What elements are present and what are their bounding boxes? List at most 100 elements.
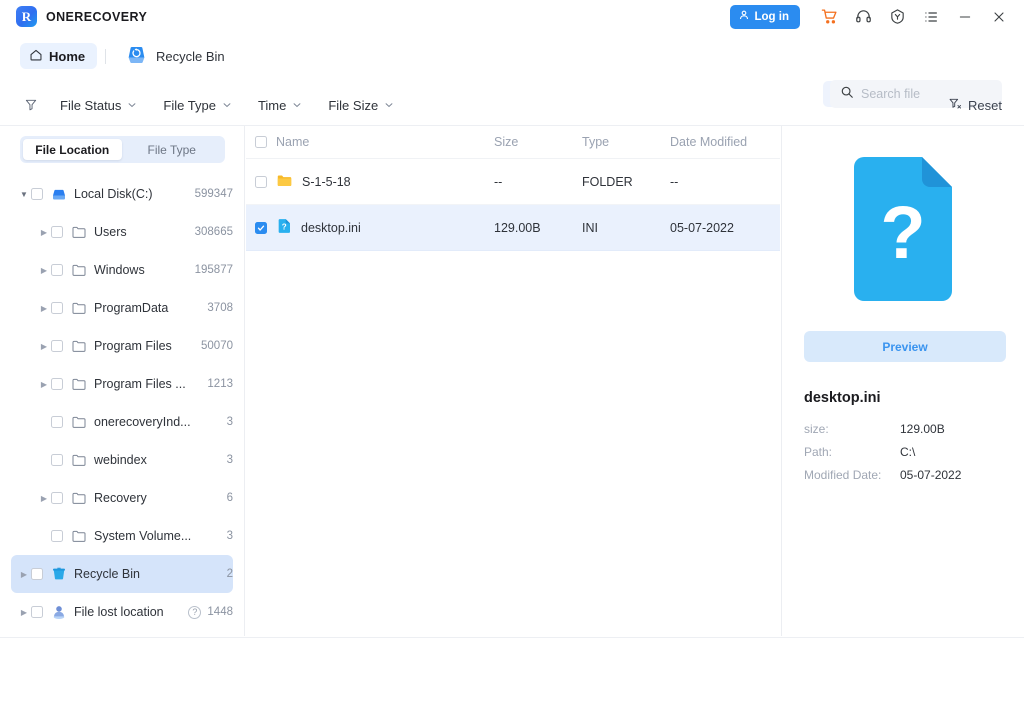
nav-divider: [105, 49, 106, 64]
folder-icon: [71, 528, 87, 544]
home-button[interactable]: Home: [20, 43, 97, 69]
tree-item-recovery[interactable]: ▶Recovery6: [11, 479, 233, 517]
sidebar-tab-file-type[interactable]: File Type: [122, 139, 222, 160]
tree-item-recycle-bin[interactable]: ▶Recycle Bin2: [11, 555, 233, 593]
file-list-body: S-1-5-18--FOLDER--?desktop.ini129.00BINI…: [246, 159, 780, 251]
row-checkbox[interactable]: [246, 176, 276, 188]
tree-item-label: Recovery: [94, 491, 221, 505]
caret-right-icon[interactable]: ▶: [37, 266, 51, 275]
user-icon: [738, 9, 750, 24]
folder-icon: [276, 172, 293, 192]
folder-icon: [71, 376, 87, 392]
tree-item-checkbox[interactable]: [51, 454, 63, 466]
caret-right-icon[interactable]: ▶: [37, 494, 51, 503]
footer-bar: 43% Quick Scanning,Files Found: 601225 (…: [0, 637, 1024, 711]
tree-item-checkbox[interactable]: [51, 416, 63, 428]
caret-right-icon[interactable]: ▶: [37, 342, 51, 351]
login-label: Log in: [755, 11, 790, 23]
chevron-down-icon: [292, 98, 302, 113]
reset-button[interactable]: Reset: [948, 97, 1002, 114]
nav-bar: Home Recycle Bin: [0, 33, 1024, 85]
tree-item-system-volume[interactable]: System Volume...3: [11, 517, 233, 555]
tree-item-label: Program Files: [94, 339, 195, 353]
tree-item-checkbox[interactable]: [31, 606, 43, 618]
tree-item-windows[interactable]: ▶Windows195877: [11, 251, 233, 289]
tree-item-count: 2: [227, 568, 233, 580]
table-row[interactable]: ?desktop.ini129.00BINI05-07-2022: [246, 205, 780, 251]
column-size[interactable]: Size: [494, 135, 582, 149]
clear-filter-icon: [948, 97, 962, 114]
tree-item-checkbox[interactable]: [51, 492, 63, 504]
tree-item-checkbox[interactable]: [51, 340, 63, 352]
tree-item-label: ProgramData: [94, 301, 201, 315]
tree-item-program-files[interactable]: ▶Program Files50070: [11, 327, 233, 365]
shield-icon[interactable]: [882, 0, 912, 33]
column-date-modified[interactable]: Date Modified: [670, 135, 780, 149]
row-checkbox[interactable]: [246, 222, 276, 234]
tree-item-checkbox[interactable]: [51, 226, 63, 238]
disk-icon: [51, 186, 67, 202]
tree-item-count: 3: [227, 416, 233, 428]
minimize-icon[interactable]: [950, 0, 980, 33]
caret-right-icon[interactable]: ▶: [37, 380, 51, 389]
folder-icon: [71, 490, 87, 506]
help-icon[interactable]: ?: [188, 606, 201, 619]
tree-item-count: 195877: [195, 264, 233, 276]
tree-item-checkbox[interactable]: [51, 378, 63, 390]
tree-item-webindex[interactable]: webindex3: [11, 441, 233, 479]
column-name[interactable]: Name: [276, 135, 494, 149]
tree-item-checkbox[interactable]: [31, 568, 43, 580]
row-name: S-1-5-18: [302, 175, 351, 189]
cart-icon[interactable]: [814, 0, 844, 33]
onerecovery-window: R ONERECOVERY Log in: [0, 0, 1024, 711]
login-button[interactable]: Log in: [730, 5, 801, 29]
meta-key: Modified Date:: [804, 468, 900, 482]
row-date: --: [670, 175, 780, 189]
preview-button[interactable]: Preview: [804, 331, 1006, 362]
tree-item-checkbox[interactable]: [31, 188, 43, 200]
filter-file-status-label: File Status: [60, 98, 121, 113]
folder-icon: [71, 338, 87, 354]
bin-icon: [51, 566, 67, 582]
select-all-checkbox[interactable]: [246, 136, 276, 148]
meta-value: C:\: [900, 445, 915, 459]
tree-item-count: 3: [227, 454, 233, 466]
tree-item-label: Program Files ...: [94, 377, 201, 391]
row-name-cell: S-1-5-18: [276, 172, 494, 192]
preview-thumbnail: ?: [804, 126, 1002, 331]
sidebar-tab-file-location[interactable]: File Location: [23, 139, 123, 160]
menu-list-icon[interactable]: [916, 0, 946, 33]
table-row[interactable]: S-1-5-18--FOLDER--: [246, 159, 780, 205]
svg-text:?: ?: [282, 222, 287, 231]
tree-item-users[interactable]: ▶Users308665: [11, 213, 233, 251]
filter-file-size[interactable]: File Size: [328, 98, 394, 113]
caret-down-icon[interactable]: ▼: [17, 190, 31, 199]
meta-key: Path:: [804, 445, 900, 459]
column-type[interactable]: Type: [582, 135, 670, 149]
preview-panel: ? Preview desktop.ini size:129.00BPath:C…: [781, 126, 1024, 636]
user-icon: [51, 604, 67, 620]
caret-right-icon[interactable]: ▶: [17, 570, 31, 579]
tree-item-program-files[interactable]: ▶Program Files ...1213: [11, 365, 233, 403]
caret-right-icon[interactable]: ▶: [37, 304, 51, 313]
tree-item-local-disk-c[interactable]: ▼Local Disk(C:)599347: [11, 175, 233, 213]
headset-icon[interactable]: [848, 0, 878, 33]
filter-time[interactable]: Time: [258, 98, 302, 113]
tree-item-programdata[interactable]: ▶ProgramData3708: [11, 289, 233, 327]
tree-item-onerecoveryind[interactable]: onerecoveryInd...3: [11, 403, 233, 441]
unknown-file-icon: ?: [276, 218, 292, 237]
filter-file-type[interactable]: File Type: [163, 98, 232, 113]
caret-right-icon[interactable]: ▶: [17, 608, 31, 617]
row-size: 129.00B: [494, 221, 582, 235]
close-icon[interactable]: [984, 0, 1014, 33]
tab-recycle-bin[interactable]: Recycle Bin: [118, 42, 233, 70]
tree-item-checkbox[interactable]: [51, 530, 63, 542]
filter-file-size-label: File Size: [328, 98, 378, 113]
filter-file-status[interactable]: File Status: [60, 98, 137, 113]
tree-item-checkbox[interactable]: [51, 302, 63, 314]
tree-item-file-lost-location[interactable]: ▶File lost location?1448: [11, 593, 233, 631]
tree-item-label: Local Disk(C:): [74, 187, 189, 201]
folder-icon: [71, 300, 87, 316]
caret-right-icon[interactable]: ▶: [37, 228, 51, 237]
tree-item-checkbox[interactable]: [51, 264, 63, 276]
